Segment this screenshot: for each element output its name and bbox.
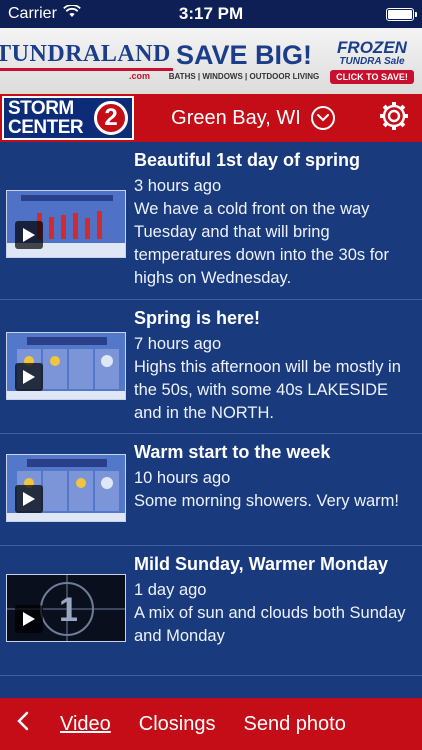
- ad-headline: SAVE BIG!: [175, 39, 312, 70]
- feed-item-title: Spring is here!: [134, 308, 261, 328]
- status-bar: Carrier 3:17 PM: [0, 0, 422, 28]
- feed-item-description: We have a cold front on the way Tuesday …: [134, 200, 389, 287]
- feed-item-description: Highs this afternoon will be mostly in t…: [134, 358, 401, 422]
- feed-item-description: A mix of sun and clouds both Sunday and …: [134, 604, 406, 645]
- play-icon: [15, 485, 43, 513]
- play-icon: [15, 221, 43, 249]
- ad-middle: SAVE BIG! BATHS | WINDOWS | OUTDOOR LIVI…: [166, 39, 322, 81]
- ad-logo-text: TUNDRALAND: [0, 42, 173, 71]
- ad-banner[interactable]: TUNDRALAND .com SAVE BIG! BATHS | WINDOW…: [0, 28, 422, 94]
- location-selector[interactable]: Green Bay, WI: [134, 106, 372, 130]
- nav-closings[interactable]: Closings: [125, 713, 230, 736]
- ad-logo: TUNDRALAND .com: [0, 38, 173, 84]
- carrier-label: Carrier: [8, 5, 57, 22]
- back-button[interactable]: [0, 698, 46, 750]
- chevron-left-icon: [17, 711, 29, 737]
- feed-item-description: Some morning showers. Very warm!: [134, 492, 400, 510]
- feed-item-text: Beautiful 1st day of spring 3 hours ago …: [134, 148, 422, 291]
- location-label: Green Bay, WI: [171, 106, 301, 129]
- app-header: STORM CENTER 2 Green Bay, WI: [0, 94, 422, 142]
- feed-item-time: 10 hours ago: [134, 469, 231, 487]
- battery-fill: [388, 9, 412, 19]
- chevron-down-icon: [310, 106, 335, 130]
- forecast-feed[interactable]: Beautiful 1st day of spring 3 hours ago …: [0, 142, 422, 698]
- brand-line-1: STORM: [8, 98, 74, 119]
- feed-item[interactable]: Beautiful 1st day of spring 3 hours ago …: [0, 142, 422, 300]
- play-icon: [15, 363, 43, 391]
- feed-item[interactable]: 1 Mild Sunday, Warmer Monday 1 day ago A…: [0, 546, 422, 676]
- feed-item-title: Warm start to the week: [134, 442, 331, 462]
- feed-item-time: 7 hours ago: [134, 335, 222, 353]
- status-left: Carrier: [8, 4, 148, 23]
- ad-subline: BATHS | WINDOWS | OUTDOOR LIVING: [168, 71, 320, 81]
- wifi-icon: [63, 4, 81, 23]
- brand-text: STORM CENTER: [4, 98, 84, 138]
- brand-line-2: CENTER: [8, 117, 84, 138]
- feed-item-time: 1 day ago: [134, 581, 207, 599]
- video-thumbnail[interactable]: [6, 332, 126, 400]
- ad-brand-sub: TUNDRA Sale: [339, 55, 405, 67]
- nav-video[interactable]: Video: [46, 713, 125, 736]
- status-right: [274, 7, 417, 21]
- bottom-nav: Video Closings Send photo: [0, 698, 422, 750]
- video-thumbnail[interactable]: [6, 454, 126, 522]
- storm-center-logo: STORM CENTER 2: [2, 96, 134, 140]
- video-thumbnail[interactable]: [6, 190, 126, 258]
- feed-item-text: Warm start to the week 10 hours ago Some…: [134, 440, 422, 537]
- gear-icon: [379, 101, 409, 136]
- ad-brand-block: FROZEN TUNDRA Sale CLICK TO SAVE!: [330, 39, 414, 84]
- video-thumbnail[interactable]: 1: [6, 574, 126, 642]
- feed-item-title: Beautiful 1st day of spring: [134, 150, 361, 170]
- battery-icon: [386, 7, 417, 21]
- status-time: 3:17 PM: [178, 4, 244, 23]
- feed-item[interactable]: Spring is here! 7 hours ago Highs this a…: [0, 300, 422, 434]
- feed-item-text: Mild Sunday, Warmer Monday 1 day ago A m…: [134, 552, 422, 667]
- play-icon: [15, 605, 43, 633]
- feed-item-title: Mild Sunday, Warmer Monday: [134, 554, 389, 574]
- ad-logo-sub: .com: [128, 70, 150, 81]
- feed-item-text: Spring is here! 7 hours ago Highs this a…: [134, 306, 422, 425]
- channel-badge: 2: [94, 101, 128, 135]
- settings-button[interactable]: [372, 96, 416, 140]
- feed-item[interactable]: Warm start to the week 10 hours ago Some…: [0, 434, 422, 546]
- ad-cta-button[interactable]: CLICK TO SAVE!: [330, 69, 414, 84]
- svg-text:1: 1: [59, 591, 78, 629]
- feed-item-time: 3 hours ago: [134, 177, 222, 195]
- ad-brand: FROZEN: [337, 37, 407, 57]
- nav-send-photo[interactable]: Send photo: [230, 713, 360, 736]
